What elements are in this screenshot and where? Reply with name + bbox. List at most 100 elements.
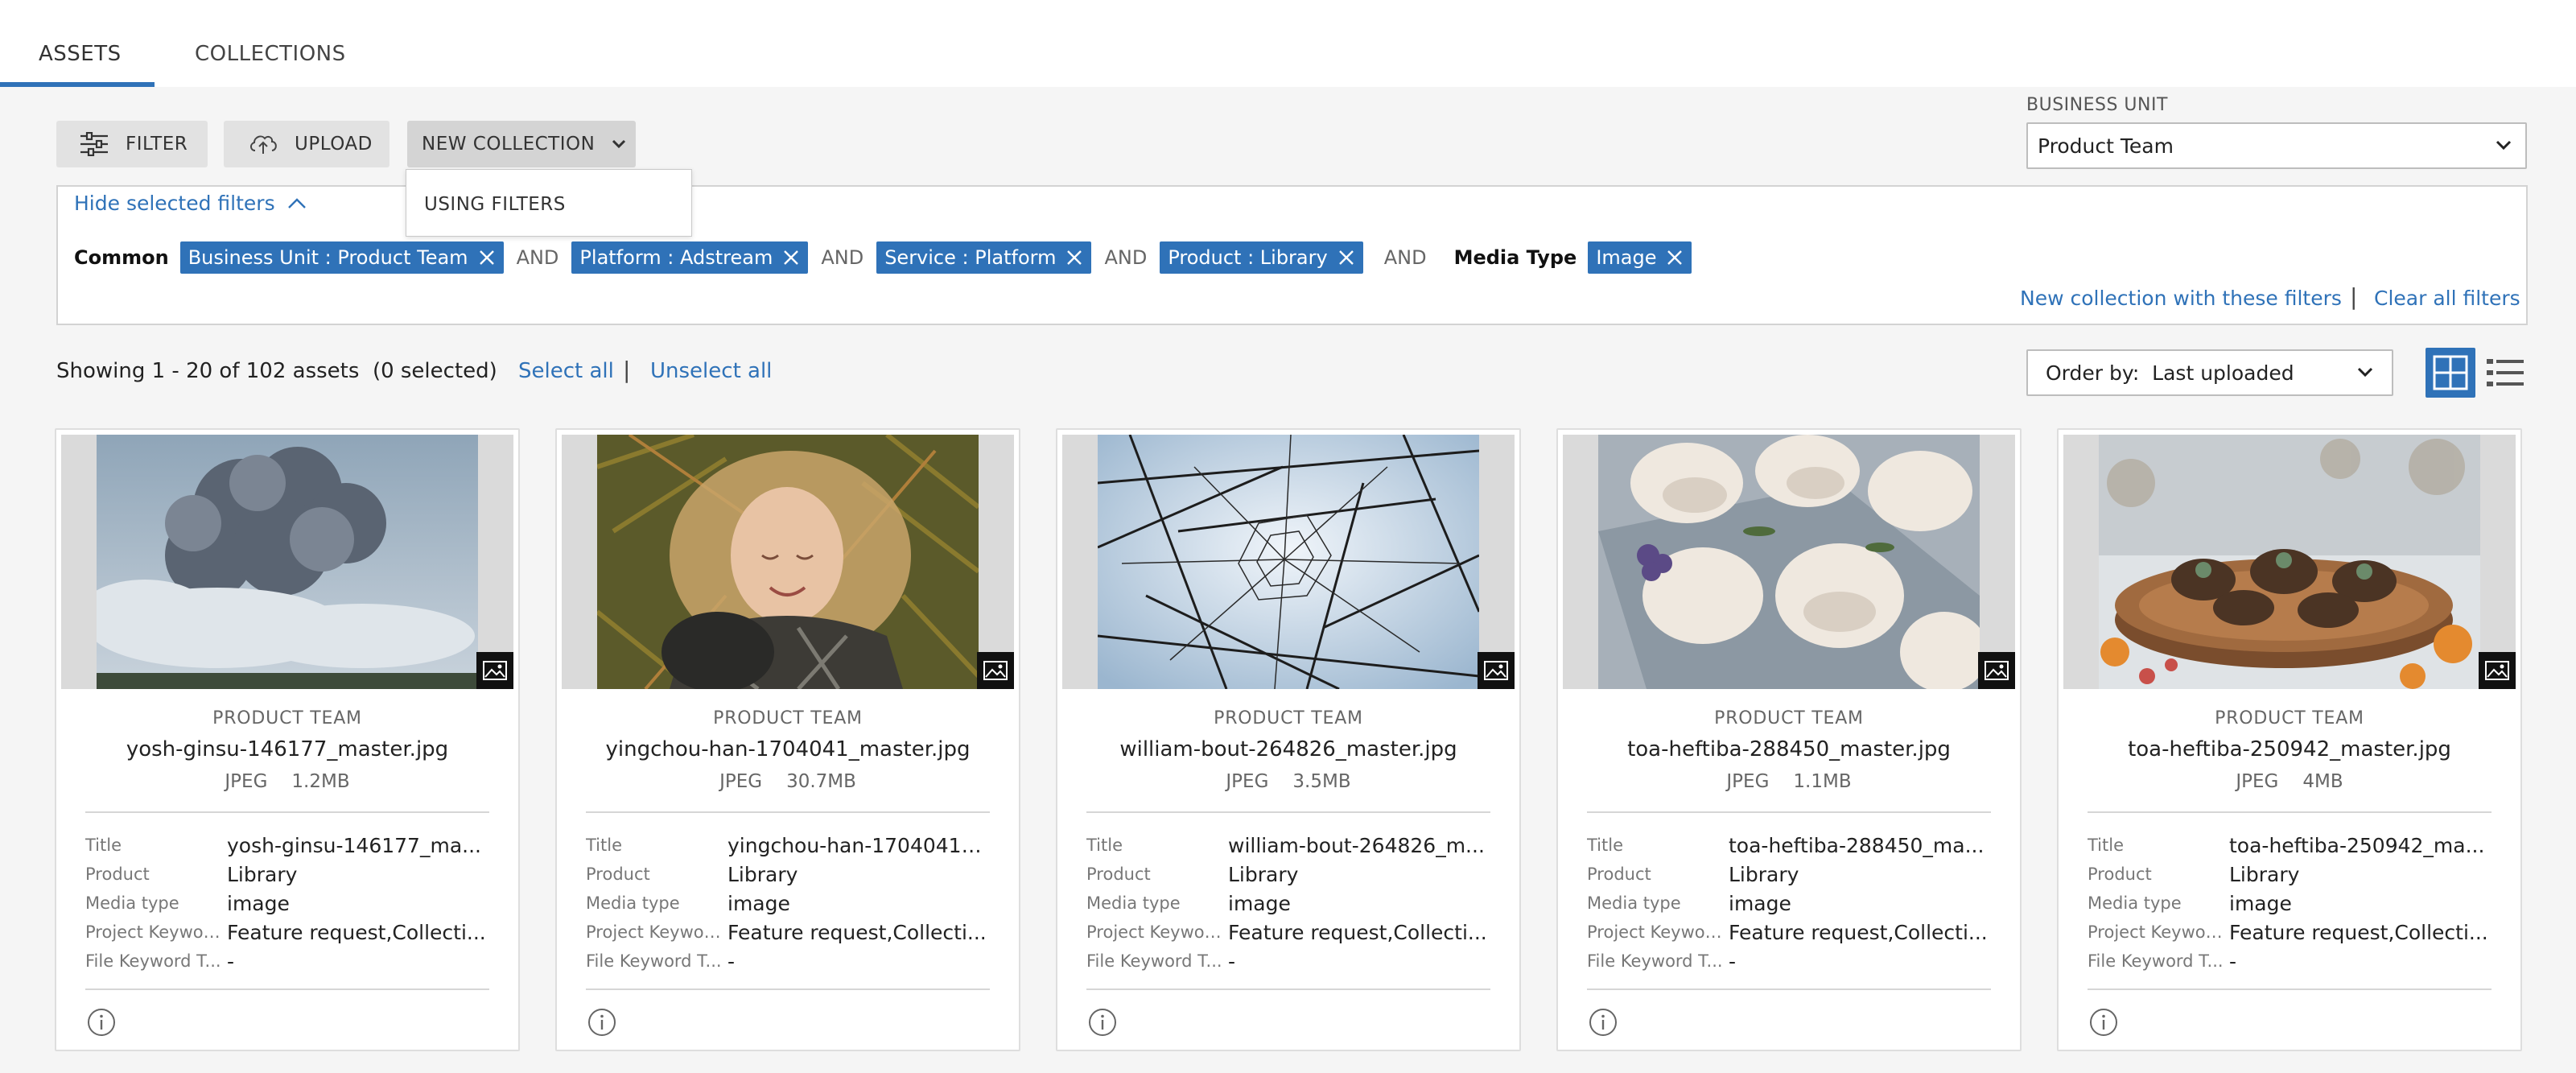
chevron-down-icon <box>2356 365 2374 378</box>
property-row: File Keyword T... - <box>1086 947 1490 976</box>
asset-format: JPEG <box>719 771 763 792</box>
asset-filename: toa-heftiba-288450_master.jpg <box>1627 737 1951 761</box>
property-row: Title yosh-ginsu-146177_ma... <box>85 831 489 860</box>
asset-business-unit: PRODUCT TEAM <box>1714 708 1864 728</box>
menu-item-using-filters[interactable]: USING FILTERS <box>424 194 566 215</box>
property-label: Title <box>1086 836 1123 855</box>
filter-chip[interactable]: Product : Library <box>1160 241 1363 274</box>
asset-business-unit: PRODUCT TEAM <box>713 708 863 728</box>
info-icon[interactable] <box>586 1006 618 1038</box>
property-row: File Keyword T... - <box>85 947 489 976</box>
close-icon[interactable] <box>478 249 496 266</box>
new-collection-menu: USING FILTERS <box>406 169 692 237</box>
property-value: - <box>1729 949 1737 973</box>
property-label: Title <box>1587 836 1624 855</box>
filter-chip[interactable]: Service : Platform <box>876 241 1092 274</box>
grid-view-button[interactable] <box>2426 348 2475 398</box>
asset-size: 3.5MB <box>1292 771 1351 792</box>
clear-all-filters-link[interactable]: Clear all filters <box>2374 287 2520 310</box>
upload-button[interactable]: UPLOAD <box>224 121 389 167</box>
property-value: Library <box>1228 862 1299 886</box>
tab-collections[interactable]: COLLECTIONS <box>195 42 346 66</box>
property-row: Product Library <box>1086 860 1490 889</box>
property-row: Title william-bout-264826_m... <box>1086 831 1490 860</box>
filter-button[interactable]: FILTER <box>56 121 208 167</box>
thumbnail-image <box>97 435 478 689</box>
property-value: - <box>2229 949 2237 973</box>
grid-view-icon <box>2432 354 2469 391</box>
asset-card[interactable]: PRODUCT TEAM william-bout-264826_master.… <box>1056 428 1521 1051</box>
property-value: Feature request,Collecti... <box>2229 920 2488 944</box>
new-collection-with-filters-link[interactable]: New collection with these filters <box>2020 287 2342 310</box>
asset-size: 30.7MB <box>786 771 856 792</box>
asset-filename: yosh-ginsu-146177_master.jpg <box>126 737 449 761</box>
asset-thumbnail[interactable] <box>1563 435 2015 689</box>
info-icon[interactable] <box>1587 1006 1619 1038</box>
property-value: - <box>227 949 235 973</box>
divider <box>1086 988 1490 990</box>
cloud-upload-icon <box>248 132 278 156</box>
property-label: Media type <box>1086 893 1181 913</box>
property-value: Feature request,Collecti... <box>227 920 486 944</box>
property-row: Media type image <box>586 889 990 918</box>
divider <box>2088 988 2492 990</box>
divider <box>586 811 990 813</box>
property-label: Project Keywor... <box>1587 922 1727 942</box>
close-icon[interactable] <box>1666 249 1684 266</box>
asset-filename: william-bout-264826_master.jpg <box>1119 737 1457 761</box>
asset-card[interactable]: PRODUCT TEAM toa-heftiba-288450_master.j… <box>1556 428 2022 1051</box>
property-label: Media type <box>1587 893 1681 913</box>
selected-count-text: (0 selected) <box>372 359 497 383</box>
property-row: Project Keywor... Feature request,Collect… <box>85 918 489 947</box>
list-view-button[interactable] <box>2480 348 2530 398</box>
hide-filters-label: Hide selected filters <box>74 192 275 215</box>
tab-assets[interactable]: ASSETS <box>39 42 122 66</box>
asset-properties: Title yosh-ginsu-146177_ma... Product Libr… <box>85 831 489 976</box>
property-value: Library <box>727 862 798 886</box>
asset-filename: yingchou-han-1704041_master.jpg <box>605 737 971 761</box>
asset-thumbnail[interactable] <box>562 435 1014 689</box>
asset-card[interactable]: PRODUCT TEAM yosh-ginsu-146177_master.jp… <box>55 428 520 1051</box>
close-icon[interactable] <box>782 249 800 266</box>
close-icon[interactable] <box>1337 249 1355 266</box>
chevron-down-icon <box>611 138 627 150</box>
asset-format: JPEG <box>2236 771 2279 792</box>
filter-button-label: FILTER <box>126 134 188 155</box>
property-label: Media type <box>586 893 680 913</box>
asset-business-unit: PRODUCT TEAM <box>2215 708 2364 728</box>
filter-chip-label: Product : Library <box>1168 246 1328 269</box>
info-icon[interactable] <box>85 1006 117 1038</box>
property-label: Project Keywor... <box>2088 922 2228 942</box>
property-value: image <box>2229 891 2292 915</box>
tab-bar: ASSETS COLLECTIONS <box>0 0 2576 87</box>
asset-card[interactable]: PRODUCT TEAM yingchou-han-1704041_master… <box>555 428 1020 1051</box>
property-value: - <box>727 949 736 973</box>
new-collection-button[interactable]: NEW COLLECTION <box>407 121 636 167</box>
asset-properties: Title toa-heftiba-288450_ma... Product Lib… <box>1587 831 1991 976</box>
filter-chip-media-type[interactable]: Image <box>1588 241 1692 274</box>
asset-business-unit: PRODUCT TEAM <box>1214 708 1363 728</box>
hide-filters-toggle[interactable]: Hide selected filters <box>74 192 307 215</box>
divider <box>1587 988 1991 990</box>
filter-chip[interactable]: Platform : Adstream <box>571 241 809 274</box>
filter-chip[interactable]: Business Unit : Product Team <box>179 241 504 274</box>
asset-format: JPEG <box>1226 771 1269 792</box>
property-value: Feature request,Collecti... <box>727 920 987 944</box>
order-by-select[interactable]: Order by: Last uploaded <box>2026 349 2393 396</box>
select-all-link[interactable]: Select all <box>518 359 614 383</box>
asset-thumbnail[interactable] <box>61 435 513 689</box>
and-operator: AND <box>821 246 864 269</box>
property-label: Project Keywor... <box>586 922 726 942</box>
business-unit-select[interactable]: Product Team <box>2026 122 2527 169</box>
asset-thumbnail[interactable] <box>2063 435 2516 689</box>
info-icon[interactable] <box>1086 1006 1119 1038</box>
link-separator: | <box>623 357 631 383</box>
sliders-icon <box>79 132 109 156</box>
asset-card[interactable]: PRODUCT TEAM toa-heftiba-250942_master.j… <box>2057 428 2522 1051</box>
chevron-up-icon <box>286 197 307 210</box>
unselect-all-link[interactable]: Unselect all <box>650 359 772 383</box>
asset-thumbnail[interactable] <box>1062 435 1515 689</box>
close-icon[interactable] <box>1065 249 1083 266</box>
property-value: william-bout-264826_m... <box>1228 833 1485 857</box>
info-icon[interactable] <box>2088 1006 2120 1038</box>
